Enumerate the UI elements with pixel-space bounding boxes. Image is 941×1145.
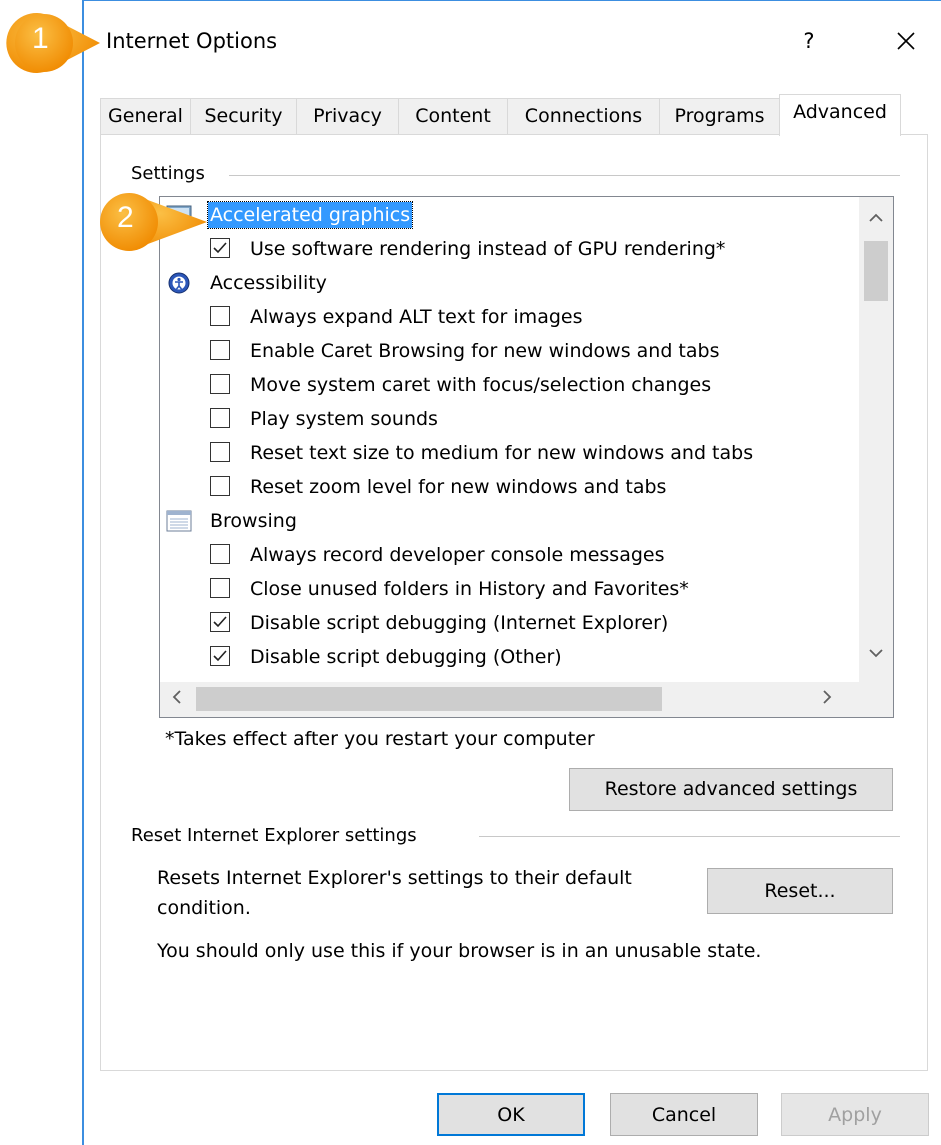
callout-bubble-1 <box>6 13 100 73</box>
reset-group-label: Reset Internet Explorer settings <box>131 825 425 846</box>
option-software-rendering[interactable]: Use software rendering instead of GPU re… <box>160 233 850 266</box>
settings-group-divider <box>229 175 900 176</box>
option-reset-text-size[interactable]: Reset text size to medium for new window… <box>160 437 850 470</box>
advanced-tab-panel: Settings Accelerated graphics Use softwa… <box>100 134 928 1071</box>
option-label: Use software rendering instead of GPU re… <box>250 238 726 260</box>
option-label: Disable script debugging (Internet Explo… <box>250 612 669 634</box>
unusable-state-warning: You should only use this if your browser… <box>157 940 762 962</box>
restart-note: *Takes effect after you restart your com… <box>165 728 595 750</box>
checkbox[interactable] <box>210 238 230 258</box>
checkbox[interactable] <box>210 374 230 394</box>
tab-content[interactable]: Content <box>398 98 508 134</box>
checkbox[interactable] <box>210 442 230 462</box>
checkmark-icon <box>213 650 227 662</box>
checkmark-icon <box>213 242 227 254</box>
option-debug-ie[interactable]: Disable script debugging (Internet Explo… <box>160 607 850 640</box>
checkmark-icon <box>213 616 227 628</box>
option-label: Disable script debugging (Other) <box>250 646 562 668</box>
scroll-right-button[interactable] <box>810 682 844 716</box>
option-label: Always expand ALT text for images <box>250 306 583 328</box>
settings-list[interactable]: Accelerated graphics Use software render… <box>159 196 894 718</box>
scrollbar-corner <box>859 682 893 717</box>
callout-number-1: 1 <box>32 22 49 55</box>
browser-window-icon <box>166 510 192 532</box>
tab-programs[interactable]: Programs <box>659 98 780 134</box>
chevron-right-icon <box>823 690 832 704</box>
category-label: Browsing <box>210 510 297 532</box>
reset-description-line1: Resets Internet Explorer's settings to t… <box>157 867 632 889</box>
category-accessibility[interactable]: Accessibility <box>160 267 850 300</box>
option-debug-other[interactable]: Disable script debugging (Other) <box>160 641 850 674</box>
chevron-left-icon <box>172 690 181 704</box>
internet-options-window: Internet Options ? General Security Priv… <box>82 0 941 1145</box>
window-title: Internet Options <box>106 29 278 53</box>
checkbox[interactable] <box>210 544 230 564</box>
tab-privacy[interactable]: Privacy <box>296 98 399 134</box>
apply-button[interactable]: Apply <box>781 1093 929 1136</box>
checkbox[interactable] <box>210 306 230 326</box>
horizontal-scroll-thumb[interactable] <box>196 687 662 711</box>
ok-button[interactable]: OK <box>437 1093 585 1136</box>
option-system-caret[interactable]: Move system caret with focus/selection c… <box>160 369 850 402</box>
tab-security[interactable]: Security <box>190 98 297 134</box>
vertical-scrollbar[interactable] <box>859 197 893 682</box>
reset-description-line2: condition. <box>157 897 251 919</box>
reset-group-divider <box>479 836 900 837</box>
category-browsing[interactable]: Browsing <box>160 505 850 538</box>
option-dev-console[interactable]: Always record developer console messages <box>160 539 850 572</box>
callout-badge-1: 1 <box>0 6 100 84</box>
checkbox[interactable] <box>210 340 230 360</box>
title-bar[interactable]: Internet Options ? <box>84 1 941 83</box>
chevron-down-icon <box>869 649 883 658</box>
option-label: Close unused folders in History and Favo… <box>250 578 689 600</box>
option-label: Play system sounds <box>250 408 438 430</box>
tab-general[interactable]: General <box>100 98 191 134</box>
category-label: Accessibility <box>210 272 327 294</box>
chevron-up-icon <box>869 213 883 222</box>
accessibility-icon <box>168 272 190 294</box>
scroll-up-button[interactable] <box>859 201 893 235</box>
callout-number-2: 2 <box>117 201 134 234</box>
close-button[interactable] <box>884 23 928 59</box>
close-icon <box>897 32 915 50</box>
checkbox[interactable] <box>210 612 230 632</box>
checkbox[interactable] <box>210 476 230 496</box>
option-caret-browsing[interactable]: Enable Caret Browsing for new windows an… <box>160 335 850 368</box>
checkbox[interactable] <box>210 408 230 428</box>
option-label: Reset zoom level for new windows and tab… <box>250 476 667 498</box>
vertical-scroll-thumb[interactable] <box>864 241 888 301</box>
option-system-sounds[interactable]: Play system sounds <box>160 403 850 436</box>
cancel-button[interactable]: Cancel <box>610 1093 758 1136</box>
tab-advanced[interactable]: Advanced <box>779 94 901 136</box>
tab-connections[interactable]: Connections <box>507 98 660 134</box>
callout-badge-2: 2 <box>95 187 210 261</box>
option-close-folders[interactable]: Close unused folders in History and Favo… <box>160 573 850 606</box>
help-button[interactable]: ? <box>792 23 826 59</box>
settings-group-label: Settings <box>131 163 213 184</box>
reset-button[interactable]: Reset... <box>707 868 893 914</box>
horizontal-scrollbar[interactable] <box>160 682 893 717</box>
option-label: Always record developer console messages <box>250 544 665 566</box>
option-label: Reset text size to medium for new window… <box>250 442 754 464</box>
scroll-left-button[interactable] <box>160 682 194 716</box>
checkbox[interactable] <box>210 578 230 598</box>
category-label: Accelerated graphics <box>206 201 414 229</box>
option-label: Move system caret with focus/selection c… <box>250 374 712 396</box>
option-alt-text[interactable]: Always expand ALT text for images <box>160 301 850 334</box>
checkbox[interactable] <box>210 646 230 666</box>
category-accelerated-graphics[interactable]: Accelerated graphics <box>160 199 850 232</box>
scroll-down-button[interactable] <box>859 636 893 670</box>
option-reset-zoom[interactable]: Reset zoom level for new windows and tab… <box>160 471 850 504</box>
option-label: Enable Caret Browsing for new windows an… <box>250 340 720 362</box>
restore-advanced-settings-button[interactable]: Restore advanced settings <box>569 768 893 811</box>
callout-bubble-2 <box>100 193 207 251</box>
